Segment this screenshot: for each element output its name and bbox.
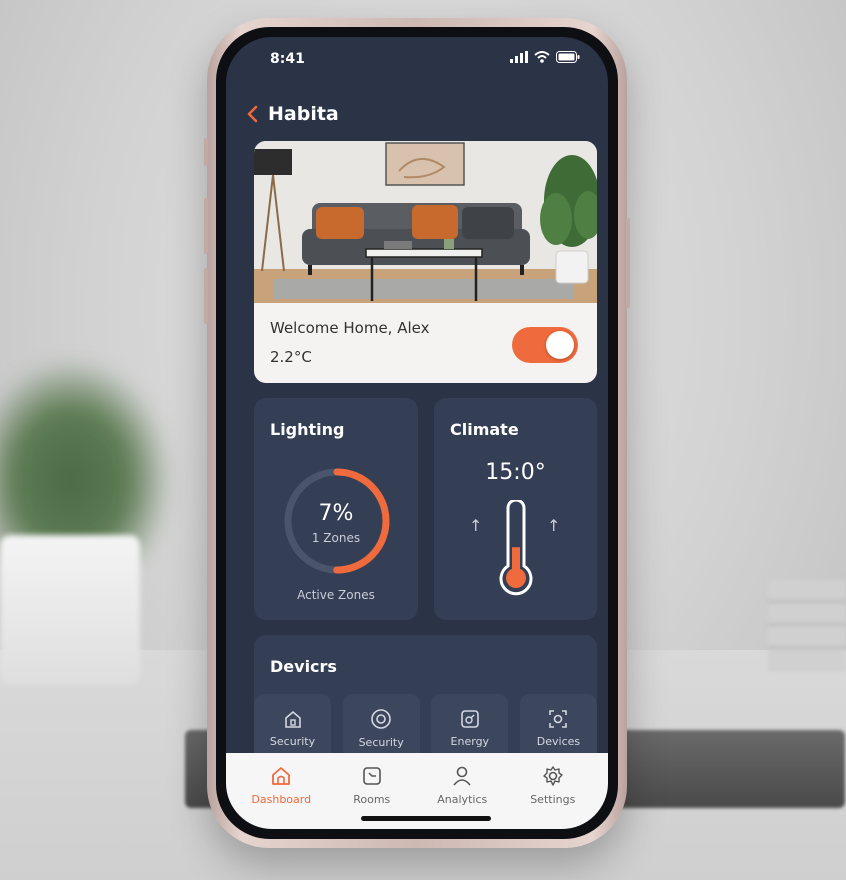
climate-title: Climate <box>450 420 519 439</box>
lighting-caption: Active Zones <box>297 588 375 602</box>
lighting-card[interactable]: Lighting 7% 1 Zones Active Zones <box>254 398 418 620</box>
devices-title: Devicrs <box>270 657 337 676</box>
home-icon <box>272 767 291 785</box>
cellular-signal-icon <box>510 51 528 63</box>
chevron-left-icon[interactable] <box>246 105 258 123</box>
device-tile-label: Security <box>358 735 404 749</box>
device-tile-devices[interactable]: Devices <box>519 694 597 762</box>
home-indicator <box>361 816 491 821</box>
tab-settings[interactable]: Settings <box>513 753 593 829</box>
living-room-photo <box>254 141 597 303</box>
scan-icon <box>549 709 568 728</box>
device-tile-security[interactable]: Security <box>254 694 331 762</box>
lighting-title: Lighting <box>270 420 345 439</box>
tab-label: Analytics <box>437 793 488 806</box>
background-books <box>768 580 846 670</box>
lighting-zones: 1 Zones <box>311 531 361 545</box>
device-tile-label: Security <box>269 734 316 748</box>
nav-bar: Habita <box>246 103 339 125</box>
mute-switch <box>204 138 208 166</box>
home-toggle-switch[interactable] <box>512 327 578 363</box>
volume-down-button <box>204 268 208 324</box>
device-tile-energy[interactable]: Energy <box>431 694 509 762</box>
user-icon <box>453 766 471 786</box>
device-tile-security-camera[interactable]: Security <box>342 694 420 762</box>
plug-icon <box>461 709 479 728</box>
welcome-greeting: Welcome Home, Alex <box>270 319 430 337</box>
thermometer-icon <box>499 500 533 596</box>
status-bar: 8:41 <box>226 37 608 77</box>
bottom-tab-bar: Dashboard Rooms Analytics Settings <box>226 753 608 829</box>
climate-card[interactable]: Climate 15:0° ↑ ↑ <box>434 398 597 620</box>
tab-dashboard[interactable]: Dashboard <box>241 753 321 829</box>
wifi-icon <box>534 51 550 63</box>
app-screen: 8:41 Habita Welcome Home, Alex 2.2°C Lig… <box>226 37 608 829</box>
volume-up-button <box>204 198 208 254</box>
phone-device: 8:41 Habita Welcome Home, Alex 2.2°C Lig… <box>204 18 630 848</box>
toggle-knob <box>546 331 574 359</box>
lighting-percent: 7% <box>318 501 354 526</box>
battery-icon <box>556 51 580 63</box>
outdoor-temperature: 2.2°C <box>270 348 312 366</box>
tab-label: Settings <box>530 793 576 806</box>
background-plant-pot <box>0 535 140 685</box>
status-icons <box>510 51 580 63</box>
status-time: 8:41 <box>270 51 305 67</box>
climate-temperature: 15:0° <box>485 460 546 485</box>
tab-label: Dashboard <box>251 793 312 806</box>
power-button <box>626 218 630 308</box>
arrow-up-icon[interactable]: ↑ <box>547 516 560 535</box>
rooms-icon <box>362 767 381 785</box>
gear-icon <box>543 766 563 786</box>
target-icon <box>371 708 391 729</box>
home-lock-icon <box>284 710 301 728</box>
device-tile-label: Energy <box>450 734 490 748</box>
device-tile-label: Devices <box>536 734 581 748</box>
background-plant <box>0 360 170 560</box>
welcome-card: Welcome Home, Alex 2.2°C <box>254 141 597 383</box>
page-title: Habita <box>268 103 339 125</box>
tab-label: Rooms <box>353 793 391 806</box>
arrow-up-icon[interactable]: ↑ <box>469 516 482 535</box>
device-tiles: Security Security Energy Devices <box>254 694 597 762</box>
